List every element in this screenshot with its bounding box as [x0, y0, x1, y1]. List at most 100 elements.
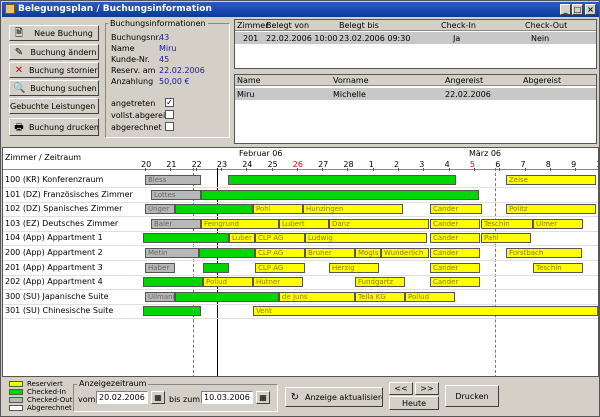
- col-angereist[interactable]: Angereist: [445, 76, 483, 85]
- booking-bar[interactable]: [143, 233, 229, 244]
- booking-bar[interactable]: Pollud: [405, 291, 455, 302]
- booking-bar[interactable]: Lubert: [279, 218, 329, 229]
- col-belegt-bis[interactable]: Belegt bis: [339, 21, 379, 30]
- prev-period-button[interactable]: <<: [389, 382, 413, 395]
- table-row[interactable]: 201 22.02.2006 10:00 23.02.2006 09:30 Ja…: [235, 32, 596, 44]
- booking-bar[interactable]: [175, 204, 253, 215]
- next-period-button[interactable]: >>: [415, 382, 439, 395]
- buchung-suchen-button[interactable]: 🔍 Buchung suchen: [9, 80, 99, 96]
- booking-bar[interactable]: CLP AG: [255, 262, 305, 273]
- booking-bar[interactable]: Vent: [253, 306, 598, 317]
- col-check-in[interactable]: Check-In: [441, 21, 476, 30]
- booking-bar[interactable]: Cander: [430, 262, 480, 273]
- heute-button[interactable]: Heute: [389, 396, 439, 410]
- booking-bar[interactable]: [228, 175, 456, 185]
- belegungsplan-timeline[interactable]: Zimmer / Zeitraum Februar 06 März 06 20 2…: [2, 147, 599, 377]
- booking-bar[interactable]: Herzig: [329, 262, 379, 273]
- room-label[interactable]: 102 (DZ) Spanisches Zimmer: [5, 204, 122, 213]
- table-row[interactable]: Miru Michelle 22.02.2006: [235, 88, 596, 100]
- booking-bar[interactable]: CLP AG: [255, 233, 305, 244]
- gebuchte-leistungen-button[interactable]: Gebuchte Leistungen ...: [9, 98, 99, 114]
- booking-bar[interactable]: Pollud: [203, 277, 253, 288]
- booking-bar[interactable]: Baier: [151, 218, 201, 229]
- room-label[interactable]: 201 (App) Appartment 3: [5, 263, 103, 272]
- booking-bar[interactable]: Pahl: [481, 233, 531, 244]
- col-zimmer[interactable]: Zimmer: [237, 21, 269, 30]
- booking-bar[interactable]: [201, 189, 479, 200]
- room-label[interactable]: 103 (EZ) Deutsches Zimmer: [5, 219, 118, 228]
- booking-bar[interactable]: Pohl: [253, 204, 303, 215]
- bis-date-input[interactable]: 10.03.2006: [201, 391, 253, 404]
- von-date-input[interactable]: 20.02.2006: [96, 391, 148, 404]
- booking-bar[interactable]: Hutner: [253, 277, 303, 288]
- maximize-button[interactable]: □: [572, 4, 583, 15]
- room-label[interactable]: 300 (SU) Japanische Suite: [5, 292, 109, 301]
- cell-check-out: Nein: [531, 34, 550, 43]
- booking-bar[interactable]: Metin: [145, 248, 199, 258]
- booking-bar[interactable]: Zeise: [506, 175, 596, 185]
- booking-bar[interactable]: Lottes: [151, 189, 201, 200]
- booking-bar[interactable]: Mogls: [355, 248, 381, 258]
- booking-bar[interactable]: Ulmer: [533, 218, 583, 229]
- booking-bar[interactable]: Feingrund: [201, 218, 279, 229]
- booking-bar[interactable]: CLP AG: [255, 248, 305, 258]
- booking-bar[interactable]: Ludwig: [305, 233, 427, 244]
- col-check-out[interactable]: Check-Out: [525, 21, 567, 30]
- booking-bar[interactable]: Teschin: [533, 262, 583, 273]
- col-belegt-von[interactable]: Belegt von: [266, 21, 309, 30]
- minimize-button[interactable]: _: [560, 4, 571, 15]
- booking-bar[interactable]: Ullmann: [145, 291, 175, 302]
- buchung-aendern-button[interactable]: ✎ Buchung ändern: [9, 44, 99, 60]
- booking-bar[interactable]: Teschin: [481, 218, 533, 229]
- cell-belegt-von: 22.02.2006 10:00: [266, 34, 338, 43]
- row-divider: [3, 260, 598, 261]
- booking-bar[interactable]: Cander: [430, 248, 480, 258]
- room-label[interactable]: 100 (KR) Konferenzraum: [5, 175, 103, 184]
- von-calendar-icon[interactable]: ▦: [151, 391, 165, 404]
- room-label[interactable]: 200 (App) Appartment 2: [5, 248, 103, 257]
- booking-bar[interactable]: [143, 306, 201, 317]
- booking-bar[interactable]: Fundgartz: [355, 277, 405, 288]
- booking-bar[interactable]: Bless: [145, 175, 201, 185]
- col-vorname[interactable]: Vorname: [333, 76, 369, 85]
- col-name[interactable]: Name: [237, 76, 261, 85]
- booking-bar[interactable]: [203, 262, 229, 273]
- room-label[interactable]: 104 (App) Appartment 1: [5, 233, 103, 242]
- booking-bar[interactable]: Forstbach: [506, 248, 582, 258]
- booking-bar[interactable]: [143, 277, 203, 288]
- booking-bar[interactable]: de Juns: [279, 291, 355, 302]
- room-label[interactable]: 101 (DZ) Französisches Zimmer: [5, 190, 133, 199]
- booking-bar[interactable]: Haber: [145, 262, 175, 273]
- close-button[interactable]: ×: [585, 4, 596, 15]
- booking-bar[interactable]: Danz: [329, 218, 429, 229]
- zimmer-grid[interactable]: Zimmer Belegt von Belegt bis Check-In Ch…: [234, 19, 597, 69]
- booking-bar[interactable]: Cander: [430, 218, 480, 229]
- day-tick: [145, 168, 146, 171]
- booking-bar[interactable]: Cander: [430, 277, 480, 288]
- checkbox[interactable]: [165, 122, 174, 131]
- checkbox[interactable]: [165, 110, 174, 119]
- bis-calendar-icon[interactable]: ▦: [256, 391, 270, 404]
- col-abgereist[interactable]: Abgereist: [523, 76, 561, 85]
- booking-bar[interactable]: [199, 248, 255, 258]
- booking-bar[interactable]: Hunzingen: [303, 204, 403, 215]
- booking-bar[interactable]: Bruner: [305, 248, 355, 258]
- booking-bar[interactable]: Cander: [430, 233, 480, 244]
- anzeige-aktualisieren-button[interactable]: ↻ Anzeige aktualisieren: [285, 387, 383, 407]
- room-label[interactable]: 301 (SU) Chinesische Suite: [5, 306, 113, 315]
- booking-bar[interactable]: Cander: [430, 204, 482, 215]
- booking-bar[interactable]: Luber: [229, 233, 255, 244]
- room-label[interactable]: 202 (App) Appartment 4: [5, 277, 103, 286]
- gast-grid[interactable]: Name Vorname Angereist Abgereist Miru Mi…: [234, 74, 597, 144]
- day-tick: [296, 168, 298, 171]
- booking-bar[interactable]: Tella KG: [355, 291, 405, 302]
- drucken-button[interactable]: Drucken: [445, 385, 499, 407]
- buchung-drucken-button[interactable]: 🖶 Buchung drucken: [9, 118, 99, 136]
- neue-buchung-button[interactable]: 🗎 Neue Buchung: [9, 25, 99, 41]
- booking-bar[interactable]: Wunderlich: [381, 248, 429, 258]
- checkbox[interactable]: ✓: [165, 98, 174, 107]
- booking-bar[interactable]: Politz: [506, 204, 596, 215]
- booking-bar[interactable]: Unger: [145, 204, 175, 215]
- booking-bar[interactable]: [175, 291, 279, 302]
- buchung-stornieren-button[interactable]: ✕Buchung stornieren: [9, 62, 99, 78]
